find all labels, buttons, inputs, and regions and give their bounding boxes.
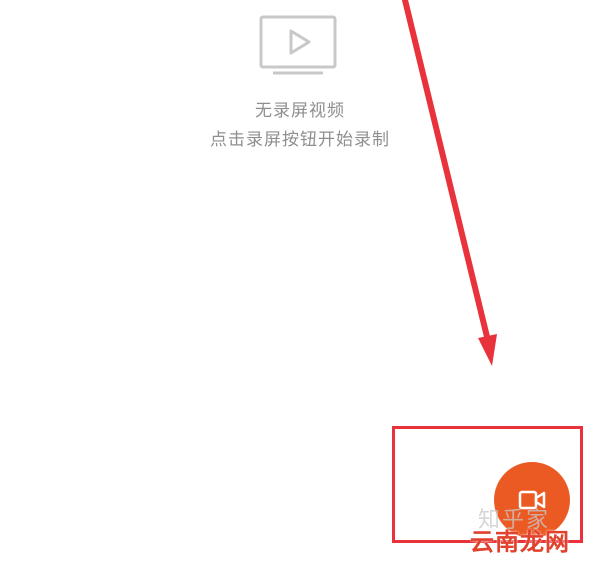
video-play-icon xyxy=(259,15,337,75)
empty-state-title: 无录屏视频 xyxy=(255,101,345,121)
empty-state-hint: 点击录屏按钮开始录制 xyxy=(210,130,390,150)
watermark: 云南龙网 xyxy=(470,528,570,556)
empty-state: 无录屏视频 点击录屏按钮开始录制 xyxy=(0,0,600,200)
